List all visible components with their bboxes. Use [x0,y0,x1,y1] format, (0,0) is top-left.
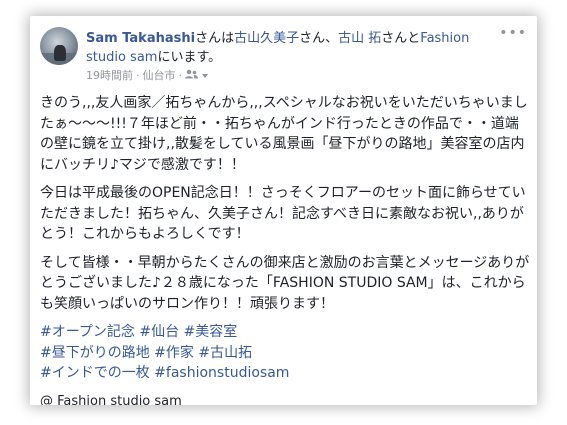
header-text-3: さんと [381,31,421,46]
post-meta: 19時間前 · 仙台市 · [86,69,208,83]
meta-separator: · [178,69,183,82]
post-header: Sam Takahashiさんは古山久美子さん、古山 拓さんとFashion s… [86,29,496,67]
header-text-2: さん、 [299,31,339,46]
header-text-4: にいます。 [157,50,222,65]
more-options-icon[interactable]: ••• [499,25,527,41]
tagged-person-1[interactable]: 古山久美子 [234,31,299,46]
location-line: @ Fashion studio sam [40,393,182,406]
hashtag-line[interactable]: #インドでの一枚 #fashionstudiosam [40,363,530,384]
chevron-down-icon[interactable] [202,74,208,78]
post-paragraph: そして皆様・・早朝からたくさんの御来店と激励のお言葉とメッセージありがとうござい… [40,254,530,312]
timestamp[interactable]: 19時間前 [86,69,133,83]
tagged-person-2[interactable]: 古山 拓 [338,31,381,46]
header-text-1: さんは [195,31,235,46]
avatar-figure [54,45,66,61]
meta-separator: · [136,69,140,82]
location-meta[interactable]: 仙台市 [143,69,176,83]
post-paragraph: きのう,,,友人画家／拓ちゃんから,,,スペシャルなお祝いをいただいちゃいました… [40,95,528,173]
hashtag-line[interactable]: #昼下がりの路地 #作家 #古山拓 [40,343,530,364]
post-paragraph: 今日は平成最後のOPEN記念日！！さっそくフロアーのセット面に飾らせていただきま… [40,185,526,242]
post-card: Sam Takahashiさんは古山久美子さん、古山 拓さんとFashion s… [30,16,537,405]
post-body: きのう,,,友人画家／拓ちゃんから,,,スペシャルなお祝いをいただいちゃいました… [40,93,530,405]
author-name[interactable]: Sam Takahashi [86,31,195,46]
hashtag-line[interactable]: #オープン記念 #仙台 #美容室 [40,322,530,343]
friends-icon[interactable] [185,69,198,83]
hashtag-block: #オープン記念 #仙台 #美容室 #昼下がりの路地 #作家 #古山拓 #インドで… [40,322,530,384]
avatar[interactable] [40,27,78,65]
